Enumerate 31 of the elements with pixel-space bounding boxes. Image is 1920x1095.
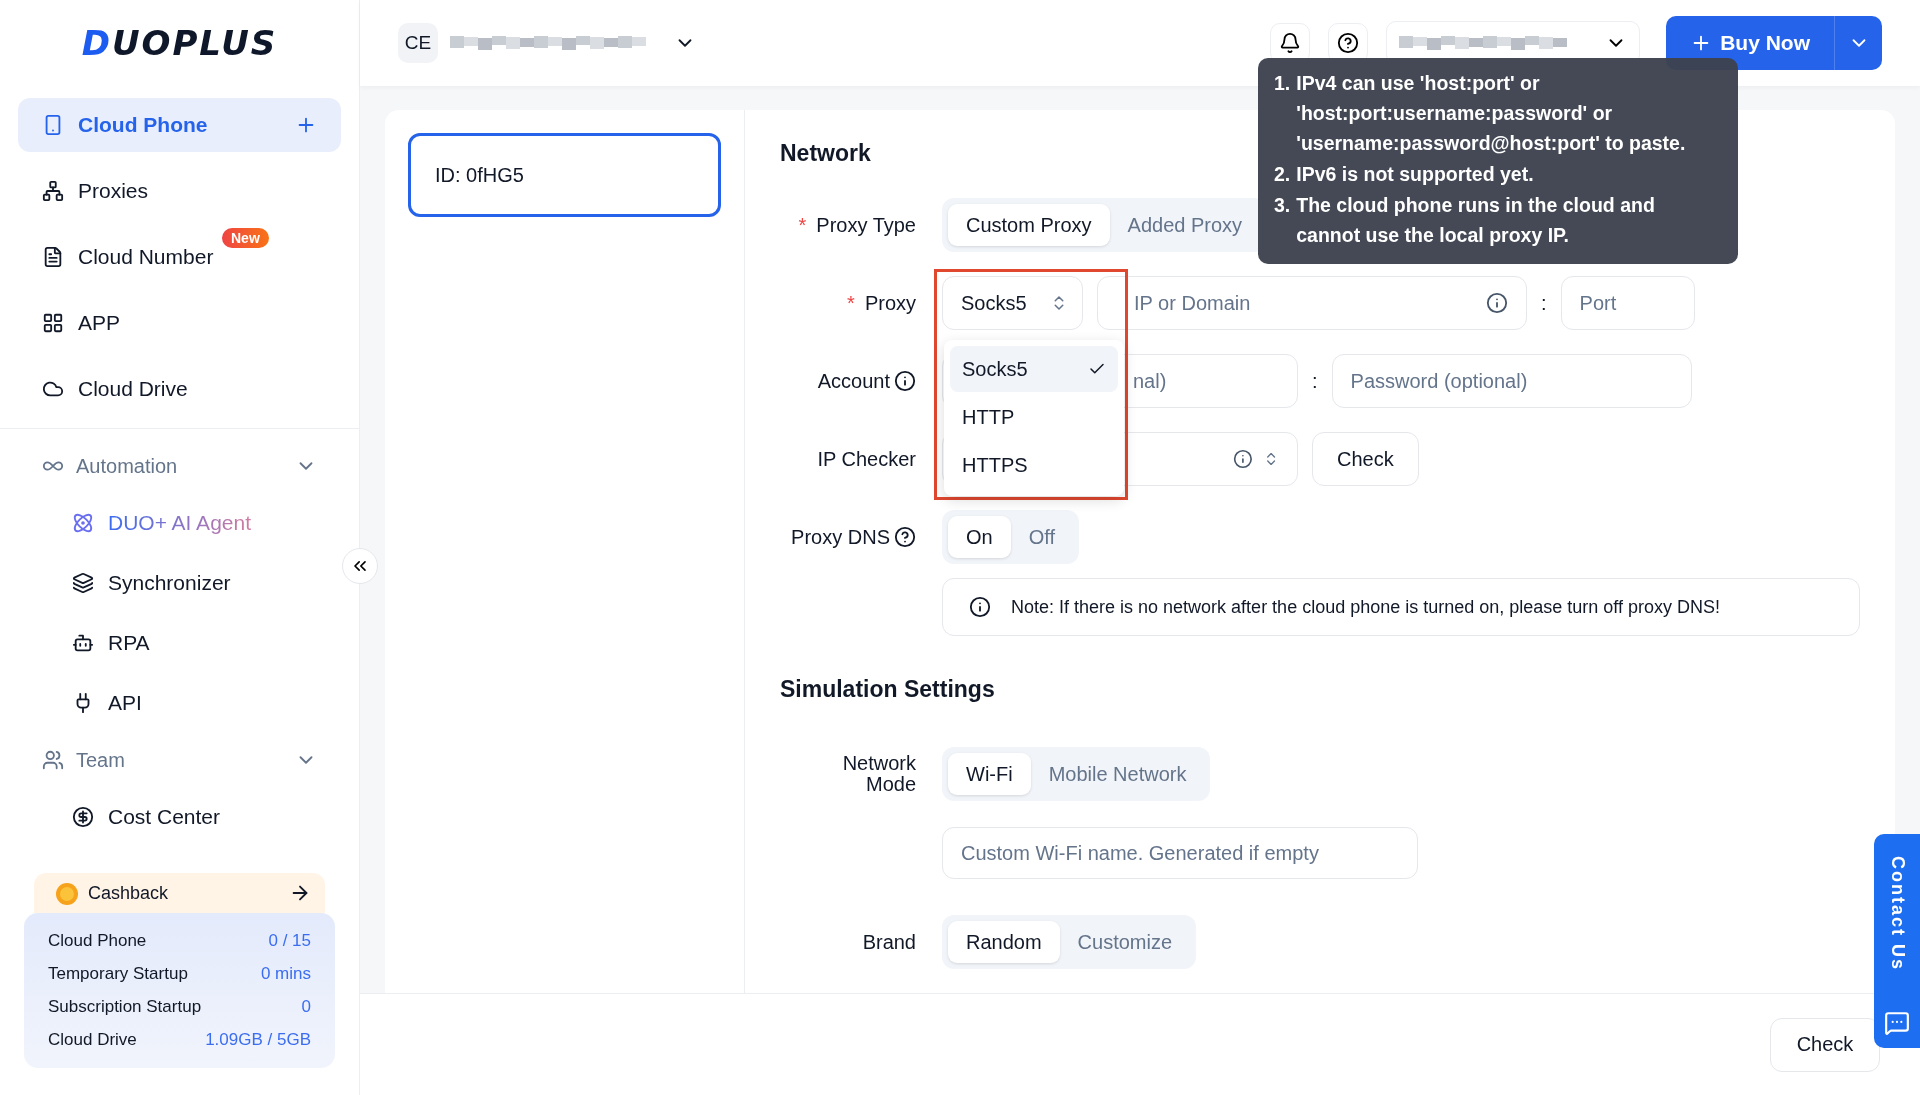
field-label: Account <box>817 370 916 392</box>
stat-value: 0 mins <box>260 964 311 984</box>
list-number: 2. <box>1274 162 1291 187</box>
stat-value: 1.09GB / 5GB <box>205 1030 311 1050</box>
note-text: Note: If there is no network after the cloud phone is turned on, please turn off proxy DNS! <box>1011 596 1721 618</box>
logo: DUOPLUS <box>80 22 279 65</box>
cashback-label: Cashback <box>88 882 169 904</box>
required-mark: * <box>798 214 807 236</box>
field-label: Brand <box>862 931 916 953</box>
field-label: IP Checker <box>817 448 916 470</box>
section-title: Network <box>780 140 871 168</box>
tooltip-text: The cloud phone runs in the cloud and cannot use the local proxy IP. <box>1296 193 1656 248</box>
stat-value: 0 / 15 <box>268 931 311 951</box>
required-mark: * <box>847 292 855 314</box>
separator: : <box>1541 291 1547 315</box>
separator: : <box>1312 369 1318 393</box>
section-title: Simulation Settings <box>780 676 995 704</box>
new-badge: New <box>222 228 269 248</box>
list-number: 1. <box>1274 71 1291 96</box>
field-label: * Proxy Type <box>798 214 916 236</box>
field-label: Proxy DNS <box>791 526 916 548</box>
field-label: * Proxy <box>847 292 916 314</box>
stat-label: Cloud Phone <box>48 931 147 951</box>
stat-label: Temporary Startup <box>48 964 188 984</box>
stat-label: Subscription Startup <box>48 997 202 1017</box>
stat-label: Cloud Drive <box>48 1030 137 1050</box>
field-label: Network Mode <box>841 753 916 795</box>
stat-value: 0 <box>301 997 311 1017</box>
list-number: 3. <box>1274 193 1291 218</box>
tooltip-text: IPv4 can use 'host:port' or 'host:port:username:password' or 'username:password@host:port' to paste. <box>1296 71 1687 156</box>
tooltip-text: IPv6 is not supported yet. <box>1296 162 1535 187</box>
